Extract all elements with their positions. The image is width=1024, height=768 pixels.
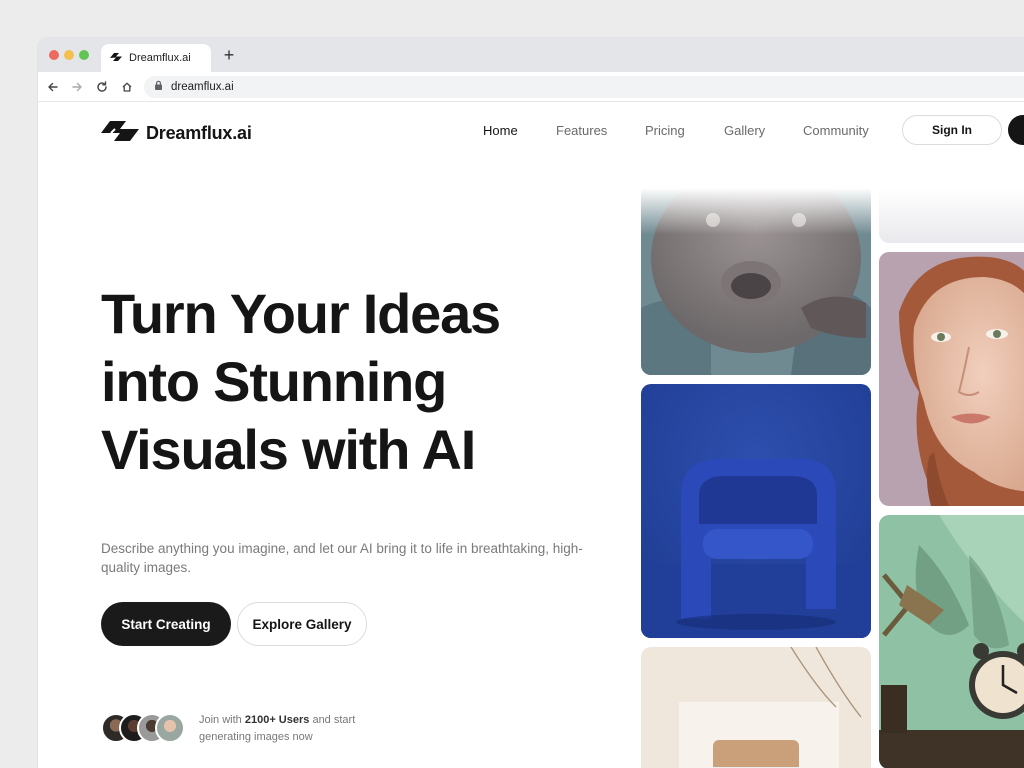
url-text: dreamflux.ai <box>171 81 234 93</box>
hero-headline: Turn Your Ideas into Stunning Visuals wi… <box>101 280 621 484</box>
lock-icon <box>154 78 163 96</box>
sign-up-button[interactable] <box>1008 115 1024 145</box>
nav-community[interactable]: Community <box>803 123 869 138</box>
reload-icon[interactable] <box>93 78 111 96</box>
brand-logo[interactable]: Dreamflux.ai <box>100 119 252 148</box>
top-image-fragment[interactable] <box>879 188 1024 243</box>
favicon-logo-icon <box>109 49 123 67</box>
close-window-button[interactable] <box>49 50 59 60</box>
brand-name: Dreamflux.ai <box>146 123 252 143</box>
minimize-window-button[interactable] <box>64 50 74 60</box>
explore-gallery-button[interactable]: Explore Gallery <box>237 602 367 646</box>
sign-in-button[interactable]: Sign In <box>902 115 1002 145</box>
chair-image[interactable] <box>641 384 871 638</box>
website-page: Dreamflux.ai Home Features Pricing Galle… <box>38 102 1024 768</box>
user-avatars <box>101 713 191 745</box>
headline-line-1: Turn Your Ideas <box>101 282 501 345</box>
avatar <box>155 713 185 743</box>
maximize-window-button[interactable] <box>79 50 89 60</box>
browser-tabbar: Dreamflux.ai + <box>38 38 1024 72</box>
address-bar-row: dreamflux.ai <box>38 72 1024 102</box>
nav-gallery[interactable]: Gallery <box>724 123 765 138</box>
woman-portrait-image[interactable] <box>879 252 1024 506</box>
social-proof-text: Join with 2100+ Users and start generati… <box>199 714 356 743</box>
user-count: 2100+ Users <box>244 714 310 726</box>
start-creating-button[interactable]: Start Creating <box>101 602 231 646</box>
headline-line-3: Visuals with AI <box>101 418 476 481</box>
forward-arrow-icon[interactable] <box>68 78 86 96</box>
back-arrow-icon[interactable] <box>44 78 62 96</box>
dreamflux-logo-icon <box>100 119 140 148</box>
nav-features[interactable]: Features <box>556 123 607 138</box>
browser-window: Dreamflux.ai + dreamflux.ai Dreamflux.ai… <box>38 38 1024 768</box>
hero-description: Describe anything you imagine, and let o… <box>101 541 583 575</box>
jar-image[interactable] <box>641 647 871 768</box>
home-icon[interactable] <box>118 78 136 96</box>
url-field[interactable]: dreamflux.ai <box>144 76 1024 98</box>
nav-home[interactable]: Home <box>483 123 518 138</box>
headline-line-2: into Stunning <box>101 350 447 413</box>
clock-lamp-image[interactable] <box>879 515 1024 768</box>
new-tab-button[interactable]: + <box>220 46 238 64</box>
browser-tab[interactable]: Dreamflux.ai <box>101 44 211 72</box>
tab-title: Dreamflux.ai <box>129 52 191 64</box>
nav-pricing[interactable]: Pricing <box>645 123 685 138</box>
dog-image[interactable] <box>641 188 871 375</box>
